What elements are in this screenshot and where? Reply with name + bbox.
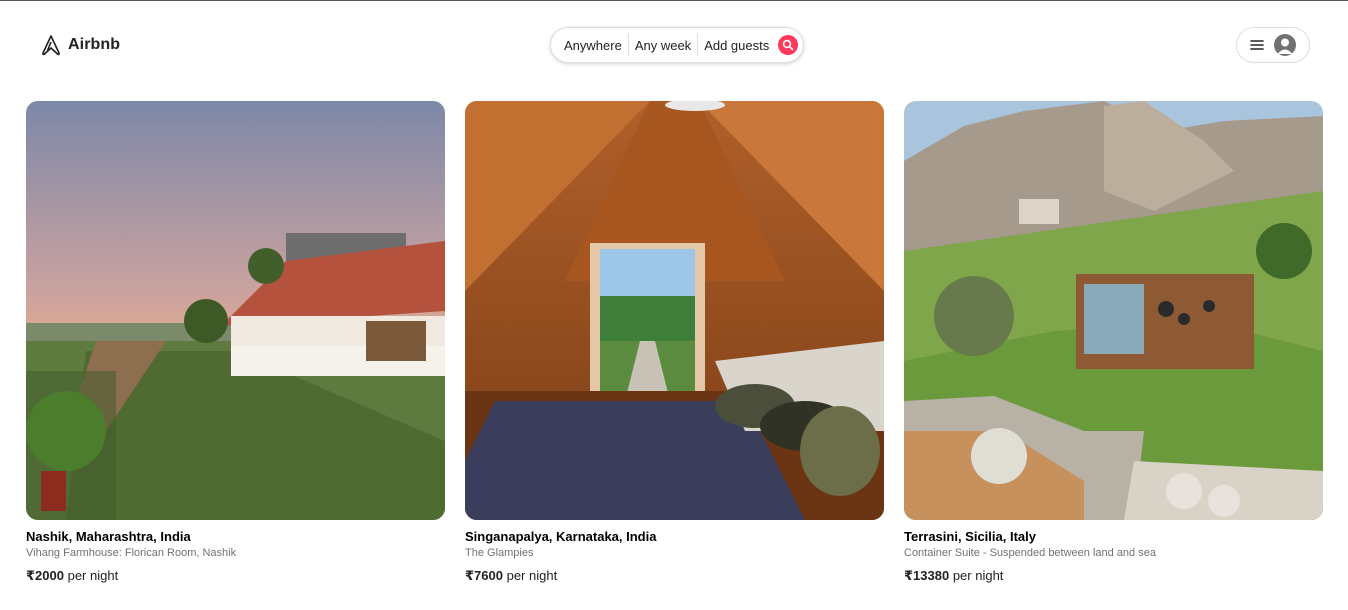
- search-add-guests-button[interactable]: Add guests: [698, 38, 775, 53]
- hamburger-icon: [1250, 40, 1264, 50]
- listing-price-line: ₹13380 per night: [904, 568, 1323, 584]
- listing-price: ₹7600: [465, 568, 503, 583]
- listing-photo[interactable]: [465, 101, 884, 520]
- listing-location: Singanapalya, Karnataka, India: [465, 529, 657, 544]
- user-avatar-icon: [1274, 34, 1296, 56]
- listing-photo[interactable]: [904, 101, 1323, 520]
- search-bar[interactable]: Anywhere Any week Add guests: [550, 27, 804, 63]
- user-menu-button[interactable]: [1236, 27, 1310, 63]
- listing-price: ₹2000: [26, 568, 64, 583]
- listing-price-unit: per night: [506, 568, 558, 583]
- header: Airbnb Anywhere Any week Add guests: [0, 1, 1348, 85]
- listing-title: The Glampies: [465, 547, 534, 559]
- listing-price-line: ₹7600 per night: [465, 568, 884, 584]
- search-any-week-button[interactable]: Any week: [629, 38, 697, 53]
- airbnb-logo-icon: [42, 35, 60, 56]
- listing-title: Vihang Farmhouse: Florican Room, Nashik: [26, 547, 237, 559]
- search-button[interactable]: [778, 35, 799, 55]
- listing-price: ₹13380: [904, 568, 950, 583]
- listing-location: Nashik, Maharashtra, India: [26, 529, 191, 544]
- listing-title: Container Suite - Suspended between land…: [904, 547, 1156, 559]
- listing-card[interactable]: Terrasini, Sicilia, Italy Container Suit…: [904, 101, 1323, 584]
- search-anywhere-button[interactable]: Anywhere: [551, 38, 628, 53]
- airbnb-logo[interactable]: Airbnb: [40, 33, 120, 57]
- listing-photo[interactable]: [26, 101, 445, 520]
- listing-card[interactable]: Singanapalya, Karnataka, India The Glamp…: [465, 101, 884, 584]
- listing-location: Terrasini, Sicilia, Italy: [904, 529, 1036, 544]
- listing-price-unit: per night: [952, 568, 1004, 583]
- listing-price-unit: per night: [67, 568, 119, 583]
- listing-card[interactable]: Nashik, Maharashtra, India Vihang Farmho…: [26, 101, 445, 584]
- listing-price-line: ₹2000 per night: [26, 568, 445, 584]
- brand-name: Airbnb: [68, 36, 121, 53]
- search-icon: [783, 39, 794, 51]
